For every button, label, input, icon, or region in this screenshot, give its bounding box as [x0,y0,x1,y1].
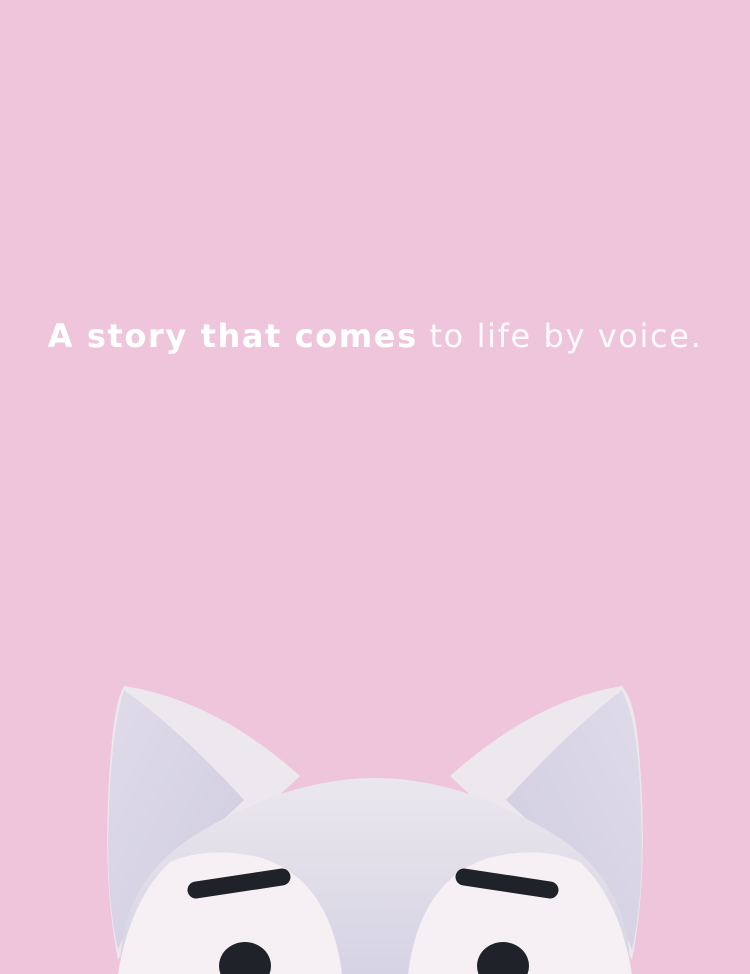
tagline-bold: A story that comes [47,317,418,355]
tagline: A story that comes to life by voice. [0,312,750,360]
page: { "tagline": { "bold": "A story that com… [0,0,750,974]
tagline-light: to life by voice. [429,317,703,355]
fox-mascot [107,686,643,974]
